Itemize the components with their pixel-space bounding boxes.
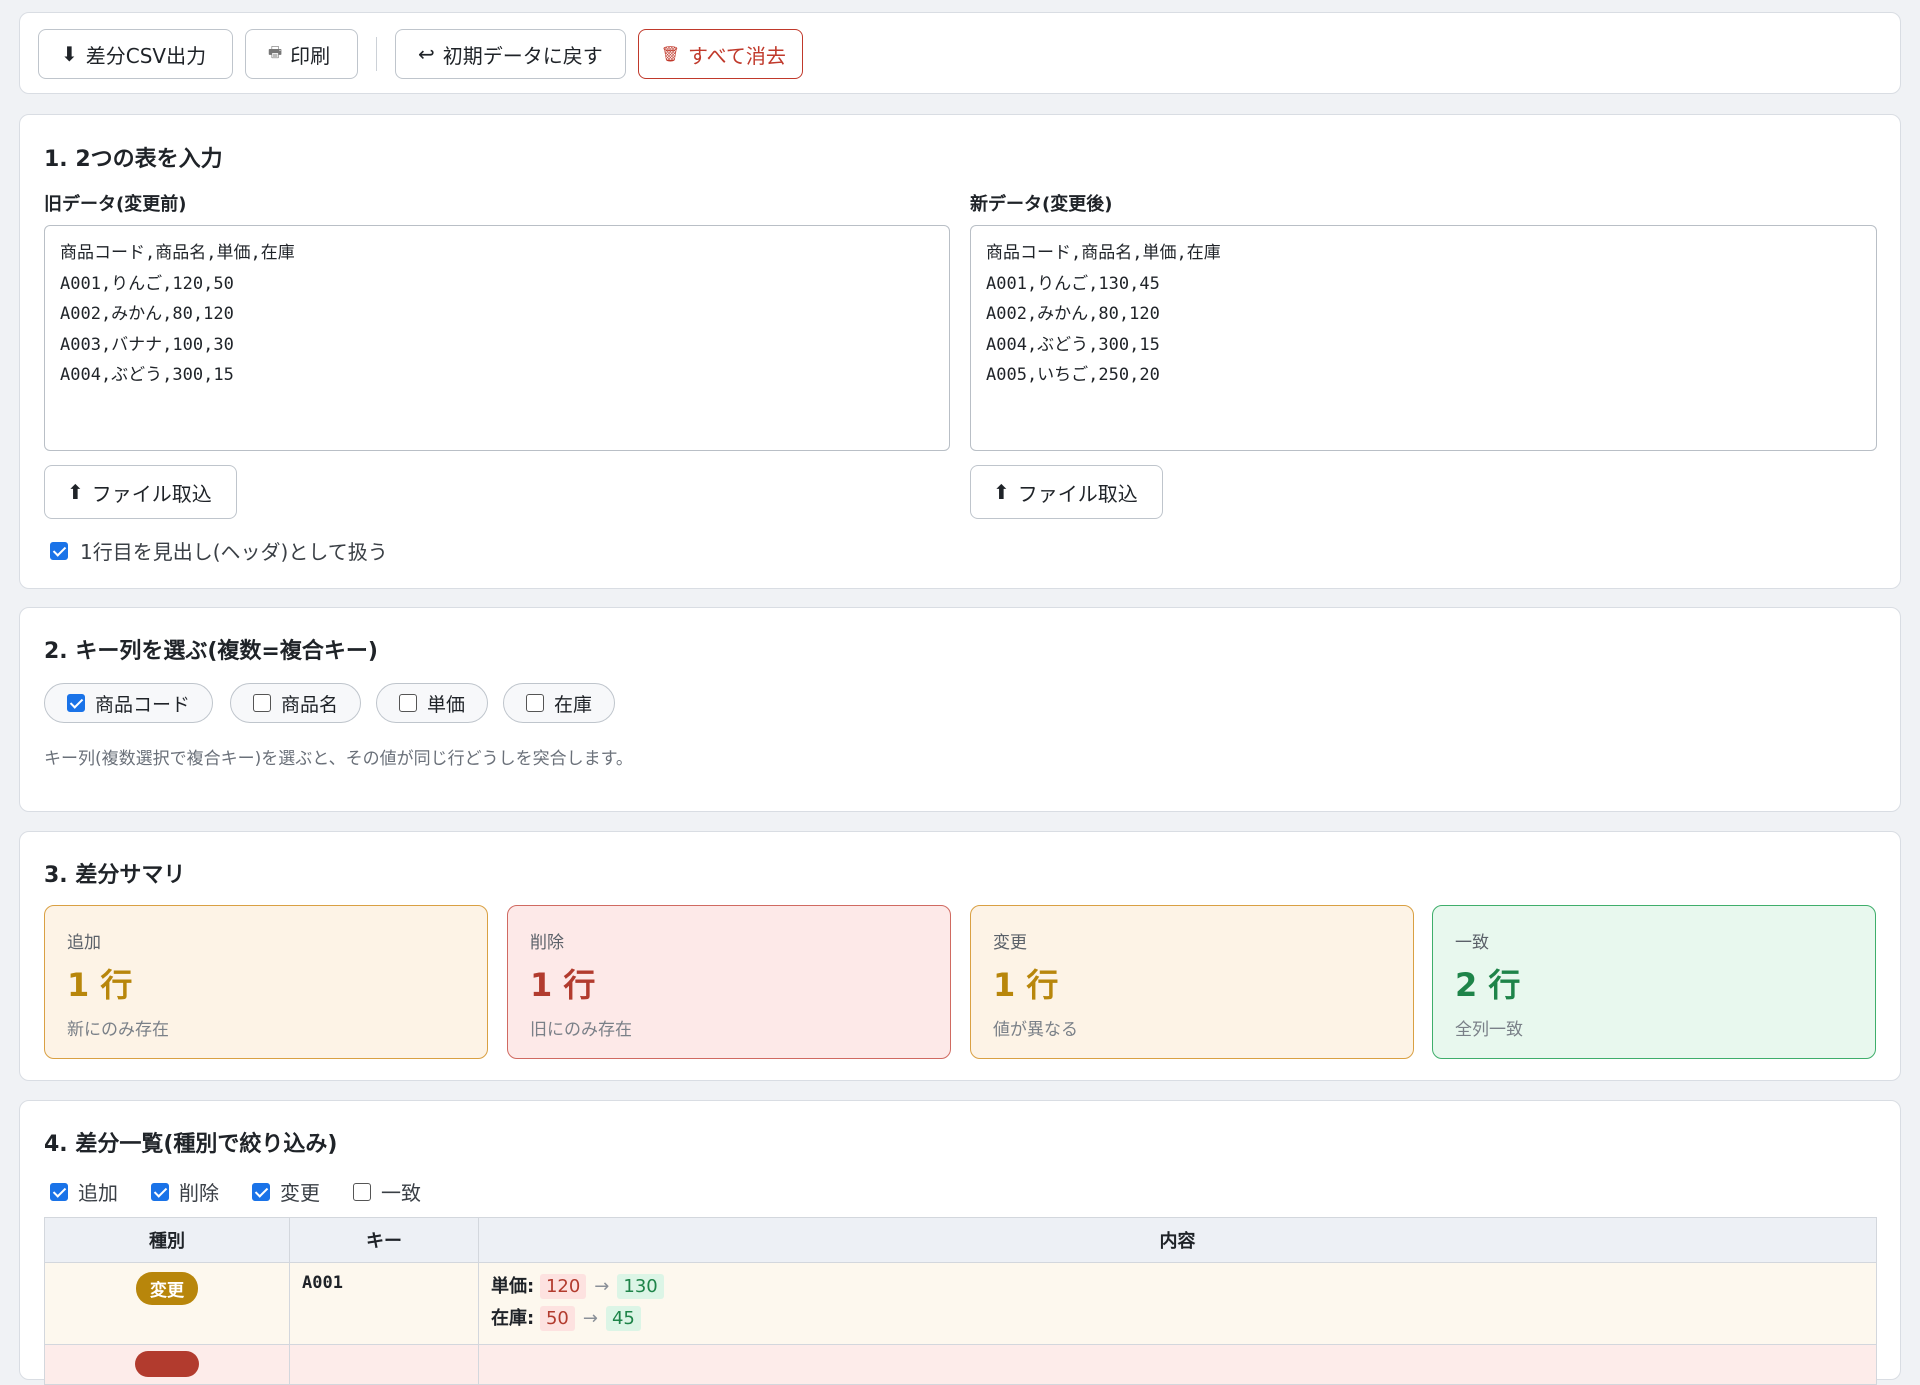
summary-card-count: 1 行	[993, 966, 1059, 1004]
old-file-import-button[interactable]: ⬆ ファイル取込	[44, 465, 237, 519]
filter-matched[interactable]: 一致	[353, 1177, 421, 1206]
col-content-header: 内容	[478, 1217, 1877, 1263]
type-badge: 変更	[136, 1272, 198, 1305]
key-cell	[289, 1344, 479, 1385]
table-row	[44, 1344, 1877, 1385]
old-data-textarea[interactable]: 商品コード,商品名,単価,在庫 A001,りんご,120,50 A002,みかん…	[44, 225, 950, 451]
change-line: 在庫: 50 → 45	[491, 1303, 1864, 1335]
print-button[interactable]: 🖶 印刷	[245, 29, 358, 79]
summary-card-label: 削除	[530, 933, 564, 953]
col-type-header: 種別	[44, 1217, 290, 1263]
key-checkbox[interactable]	[526, 694, 544, 712]
key-checkbox[interactable]	[253, 694, 271, 712]
filter-checkbox[interactable]	[252, 1182, 270, 1201]
header-checkbox[interactable]	[50, 541, 68, 560]
key-column-option[interactable]: 単価	[376, 683, 489, 723]
filter-checkbox[interactable]	[151, 1182, 169, 1201]
content-cell: 単価: 120 → 130 在庫: 50 → 45	[478, 1262, 1877, 1345]
upload-icon: ⬆	[67, 480, 84, 504]
diff-table: 種別 キー 内容 変更 A001 単価: 120 → 130 在庫: 50 → 45	[44, 1217, 1877, 1385]
col-key-header: キー	[289, 1217, 479, 1263]
key-cell: A001	[289, 1262, 479, 1345]
section-title: 3. 差分サマリ	[44, 863, 186, 888]
summary-card-deleted: 削除 1 行 旧にのみ存在	[507, 905, 951, 1059]
trash-icon: 🗑	[661, 45, 681, 63]
upload-icon: ⬆	[993, 480, 1010, 504]
new-value: 45	[605, 1306, 641, 1331]
change-line: 単価: 120 → 130	[491, 1271, 1864, 1303]
export-csv-button[interactable]: ⬇ 差分CSV出力	[38, 29, 233, 79]
key-column-label: 商品名	[281, 693, 339, 716]
section-title: 1. 2つの表を入力	[44, 147, 223, 172]
import-label: ファイル取込	[1017, 481, 1138, 506]
filter-label: 一致	[381, 1181, 421, 1205]
clear-all-label: すべて消去	[688, 43, 786, 68]
summary-card-count: 1 行	[530, 966, 596, 1004]
section-title: 4. 差分一覧(種別で絞り込み)	[44, 1132, 338, 1157]
filter-deleted[interactable]: 削除	[151, 1177, 219, 1206]
reset-label: 初期データに戻す	[442, 43, 603, 68]
printer-icon: 🖶	[268, 42, 283, 61]
filter-label: 変更	[280, 1181, 320, 1205]
type-cell: 変更	[44, 1262, 290, 1345]
key-column-option[interactable]: 在庫	[503, 683, 616, 723]
reset-button[interactable]: ↩ 初期データに戻す	[395, 29, 626, 79]
toolbar-card: ⬇ 差分CSV出力 🖶 印刷 ↩ 初期データに戻す 🗑 すべて消去	[19, 12, 1901, 94]
type-cell	[44, 1344, 290, 1385]
old-value: 50	[539, 1306, 575, 1331]
clear-all-button[interactable]: 🗑 すべて消去	[638, 29, 803, 79]
section-title: 2. キー列を選ぶ(複数=複合キー)	[44, 639, 378, 664]
filter-label: 追加	[78, 1181, 118, 1205]
summary-card-label: 追加	[67, 933, 101, 953]
arrow-right-icon: →	[582, 1308, 598, 1329]
print-label: 印刷	[290, 43, 331, 68]
field-name: 在庫:	[491, 1308, 535, 1329]
new-file-import-button[interactable]: ⬆ ファイル取込	[970, 465, 1163, 519]
new-data-textarea[interactable]: 商品コード,商品名,単価,在庫 A001,りんご,130,45 A002,みかん…	[970, 225, 1877, 451]
filter-checkbox[interactable]	[50, 1182, 68, 1201]
summary-card-desc: 全列一致	[1455, 1020, 1523, 1040]
input-section: 1. 2つの表を入力 旧データ(変更前) 新データ(変更後) 商品コード,商品名…	[19, 114, 1901, 589]
key-column-label: 商品コード	[95, 693, 191, 716]
summary-card-matched: 一致 2 行 全列一致	[1432, 905, 1876, 1059]
export-csv-label: 差分CSV出力	[85, 43, 207, 68]
filter-changed[interactable]: 変更	[252, 1177, 320, 1206]
download-icon: ⬇	[61, 42, 78, 66]
key-hint-text: キー列(複数選択で複合キー)を選ぶと、その値が同じ行どうしを突合します。	[44, 749, 633, 769]
old-data-label: 旧データ(変更前)	[44, 194, 187, 215]
type-badge	[135, 1351, 199, 1377]
table-header-row: 種別 キー 内容	[44, 1217, 1877, 1263]
toolbar-divider	[376, 37, 377, 71]
filter-checkbox[interactable]	[353, 1182, 371, 1201]
filter-label: 削除	[179, 1181, 219, 1205]
key-checkbox[interactable]	[399, 694, 417, 712]
undo-icon: ↩	[418, 42, 435, 66]
key-column-option[interactable]: 商品コード	[44, 683, 214, 723]
field-name: 単価:	[491, 1276, 535, 1297]
summary-card-label: 変更	[993, 933, 1027, 953]
summary-card-desc: 新にのみ存在	[67, 1020, 169, 1040]
summary-card-label: 一致	[1455, 933, 1489, 953]
filter-added[interactable]: 追加	[50, 1177, 118, 1206]
arrow-right-icon: →	[594, 1276, 610, 1297]
summary-card-added: 追加 1 行 新にのみ存在	[44, 905, 488, 1059]
old-value: 120	[539, 1274, 587, 1299]
key-column-section: 2. キー列を選ぶ(複数=複合キー) 商品コード 商品名 単価 在庫 キー列(複…	[19, 607, 1901, 812]
key-column-label: 在庫	[554, 693, 593, 716]
summary-card-changed: 変更 1 行 値が異なる	[970, 905, 1414, 1059]
summary-card-desc: 旧にのみ存在	[530, 1020, 632, 1040]
import-label: ファイル取込	[91, 481, 212, 506]
summary-card-desc: 値が異なる	[993, 1020, 1078, 1040]
new-value: 130	[617, 1274, 664, 1299]
table-row: 変更 A001 単価: 120 → 130 在庫: 50 → 45	[44, 1262, 1877, 1345]
content-cell	[478, 1344, 1877, 1385]
key-column-option[interactable]: 商品名	[230, 683, 362, 723]
summary-card-count: 1 行	[67, 966, 133, 1004]
summary-card-count: 2 行	[1455, 966, 1521, 1004]
key-checkbox[interactable]	[67, 694, 85, 712]
key-column-label: 単価	[427, 693, 466, 716]
header-option-label: 1行目を見出し(ヘッダ)として扱う	[80, 540, 388, 564]
new-data-label: 新データ(変更後)	[970, 194, 1113, 215]
header-option[interactable]: 1行目を見出し(ヘッダ)として扱う	[50, 536, 388, 565]
